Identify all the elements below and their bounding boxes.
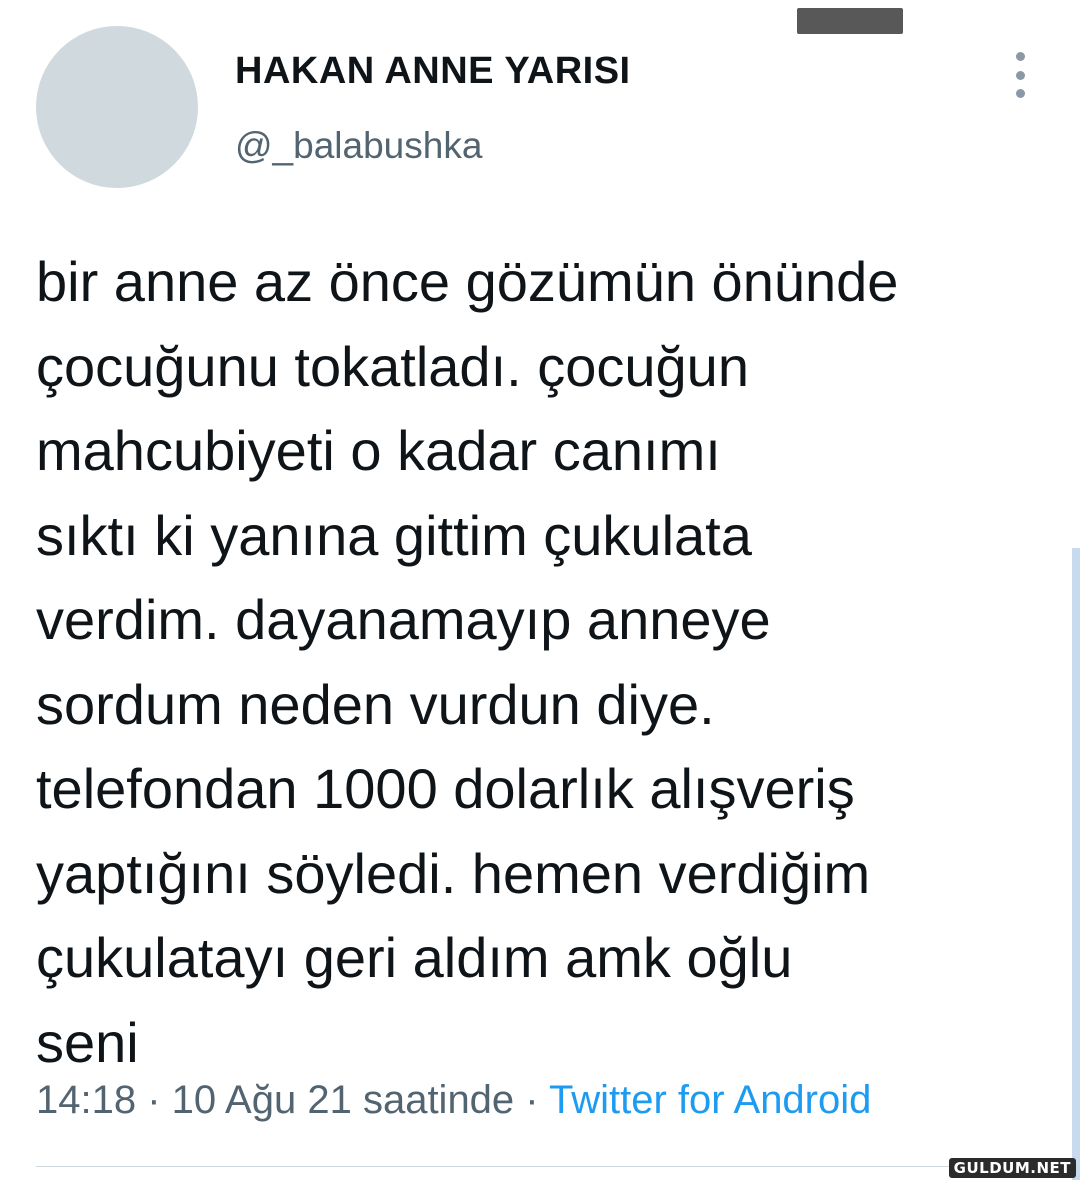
avatar[interactable] [36,26,198,188]
tweet-meta: 14:18 · 10 Ağu 21 saatinde · Twitter for… [36,1078,871,1123]
tweet-line: yaptığını söyledi. hemen verdiğim [36,841,871,905]
divider [36,1166,1080,1167]
more-dot [1015,89,1025,98]
tweet-date[interactable]: 10 Ağu 21 saatinde [172,1078,515,1122]
redacted-bar [797,8,903,34]
tweet-line: telefondan 1000 dolarlık alışveriş [36,757,855,820]
meta-separator: · [514,1078,550,1122]
more-dot [1015,52,1025,61]
meta-separator: · [136,1078,172,1122]
tweet-line: sıktı ki yanına gittim çukulata [36,503,752,567]
tweet-line: çocuğunu tokatladı. çocuğun [36,334,749,398]
user-handle[interactable]: @_balabushka [235,125,482,167]
more-vertical-icon[interactable] [1004,52,1036,98]
tweet-line: verdim. dayanamayıp anneye [36,588,771,651]
watermark: GULDUM.NET [948,1158,1076,1178]
tweet-source-link[interactable]: Twitter for Android [549,1078,871,1122]
tweet-line: bir anne az önce gözümün önünde [36,250,899,313]
more-dot [1015,70,1025,80]
scrollbar[interactable] [1072,548,1080,1180]
tweet-line: çukulatayı geri aldım amk oğlu [36,926,793,989]
tweet-line: sordum neden vurdun diye. [36,672,715,736]
display-name[interactable]: HAKAN ANNE YARISI [235,50,631,93]
tweet-text: bir anne az önce gözümün önünde çocuğunu… [36,240,1046,1085]
tweet-line: mahcubiyeti o kadar canımı [36,419,721,482]
tweet-line: seni [36,1010,139,1074]
tweet-time[interactable]: 14:18 [36,1078,136,1122]
